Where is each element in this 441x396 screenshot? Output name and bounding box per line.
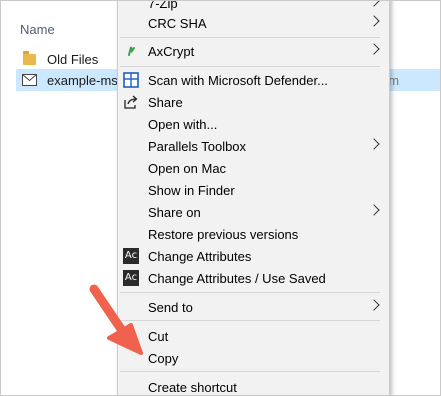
screenshot-frame: Name Old Files example-msg em 7-Zip CRC … — [0, 0, 441, 396]
highlight-arrow-icon — [89, 284, 143, 355]
